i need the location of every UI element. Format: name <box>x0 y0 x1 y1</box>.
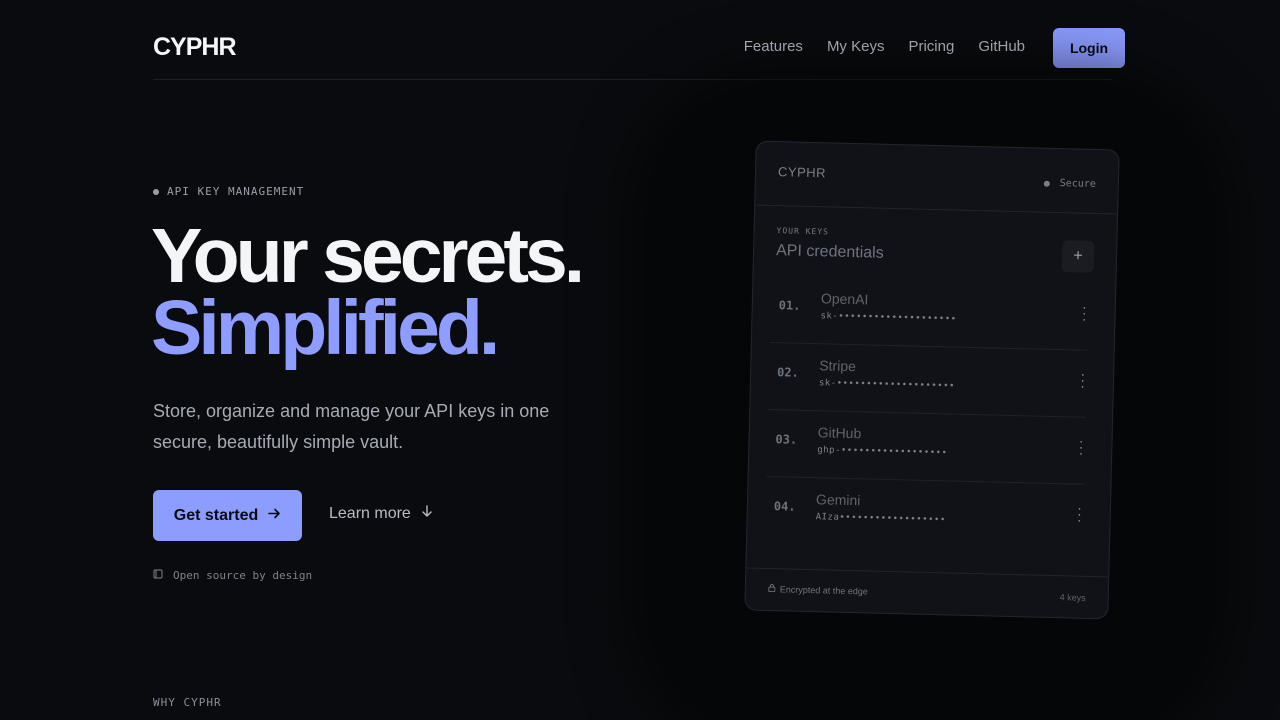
logo[interactable]: CYPHR <box>153 33 237 62</box>
key-name: Stripe <box>819 357 857 375</box>
key-name: Gemini <box>815 491 861 509</box>
learn-more-label: Learn more <box>329 505 411 522</box>
key-value: sk-•••••••••••••••••••• <box>818 378 956 392</box>
bullet-dot-icon <box>153 188 159 195</box>
encryption-note: Encrypted at the edge <box>768 583 868 596</box>
nav-link-github[interactable]: GitHub <box>978 38 1025 55</box>
key-row[interactable]: 01. OpenAI sk-•••••••••••••••••••• · · · <box>769 276 1090 351</box>
section-label: WHY CYPHR <box>153 696 222 709</box>
headline-line-2: Simplified. <box>151 285 500 371</box>
arrow-down-icon <box>421 505 433 523</box>
card-section-label: YOUR KEYS <box>776 226 830 237</box>
hero-headline: Your secrets. Simplified. <box>151 213 585 371</box>
card-header: CYPHR Secure <box>755 141 1119 215</box>
status-dot-icon <box>1043 180 1050 187</box>
key-number: 03. <box>775 432 798 447</box>
open-source-text: Open source by design <box>173 569 313 582</box>
arrow-right-icon <box>268 507 281 525</box>
open-source-note: Open source by design <box>153 569 312 582</box>
key-number: 01. <box>778 298 801 313</box>
get-started-button[interactable]: Get started <box>153 490 302 541</box>
more-vertical-icon[interactable]: · · · <box>1080 366 1085 394</box>
key-value: ghp-•••••••••••••••••• <box>817 445 948 459</box>
key-name: GitHub <box>817 424 862 442</box>
headline-line-1: Your secrets. <box>151 213 585 299</box>
book-icon <box>153 569 163 582</box>
card-section-title: API credentials <box>775 242 884 262</box>
card-footer: Encrypted at the edge 4 keys <box>745 567 1109 619</box>
login-button[interactable]: Login <box>1053 28 1125 68</box>
key-number: 04. <box>773 499 796 514</box>
more-vertical-icon[interactable]: · · · <box>1078 433 1083 461</box>
key-number: 02. <box>776 365 799 380</box>
key-row[interactable]: 03. GitHub ghp-•••••••••••••••••• · · · <box>766 410 1087 485</box>
secure-label: Secure <box>1059 178 1096 190</box>
eyebrow-text: API KEY MANAGEMENT <box>167 185 305 198</box>
key-value: AIza•••••••••••••••••• <box>815 512 946 526</box>
nav-link-features[interactable]: Features <box>744 38 803 55</box>
nav-link-pricing[interactable]: Pricing <box>908 38 954 55</box>
get-started-label: Get started <box>173 506 259 524</box>
nav-link-my-keys[interactable]: My Keys <box>827 38 885 55</box>
nav-links: Features My Keys Pricing GitHub <box>744 38 1025 55</box>
top-navigation: CYPHR Features My Keys Pricing GitHub Lo… <box>153 0 1125 80</box>
encryption-text: Encrypted at the edge <box>779 583 869 596</box>
key-list: 01. OpenAI sk-•••••••••••••••••••• · · · 0… <box>765 276 1090 552</box>
key-row[interactable]: 04. Gemini AIza•••••••••••••••••• · · · <box>765 477 1085 552</box>
hero-subtitle: Store, organize and manage your API keys… <box>153 401 550 452</box>
vault-preview-card: CYPHR Secure YOUR KEYS API credentials +… <box>744 140 1120 620</box>
lock-icon <box>768 583 776 594</box>
secure-status: Secure <box>1043 178 1096 190</box>
eyebrow: API KEY MANAGEMENT <box>153 185 304 198</box>
key-value: sk-•••••••••••••••••••• <box>820 311 957 325</box>
card-brand: CYPHR <box>777 164 827 181</box>
key-count: 4 keys <box>1059 592 1086 603</box>
more-vertical-icon[interactable]: · · · <box>1082 299 1087 327</box>
more-vertical-icon[interactable]: · · · <box>1077 500 1082 528</box>
key-name: OpenAI <box>820 290 869 308</box>
add-key-button[interactable]: + <box>1061 240 1095 273</box>
learn-more-link[interactable]: Learn more <box>329 505 433 523</box>
plus-icon: + <box>1073 247 1083 265</box>
key-row[interactable]: 02. Stripe sk-•••••••••••••••••••• · · · <box>768 343 1088 418</box>
